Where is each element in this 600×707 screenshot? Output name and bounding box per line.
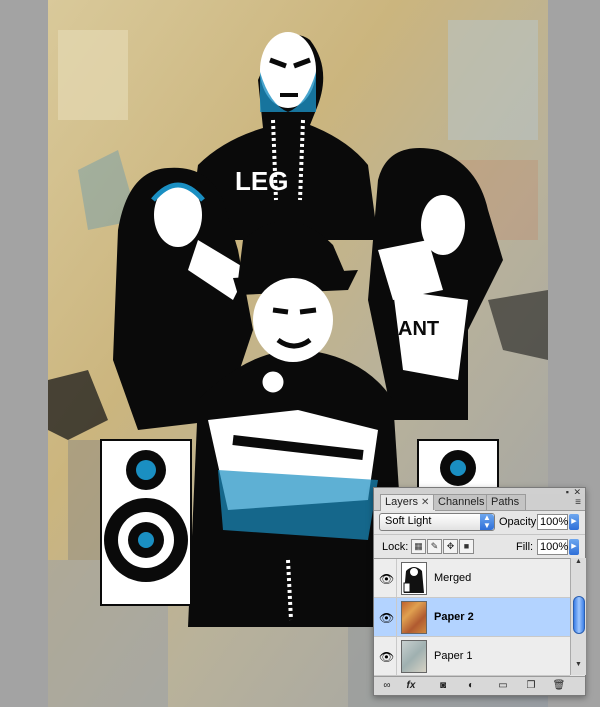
tab-channels-label: Channels — [438, 496, 485, 508]
layer-name: Paper 2 — [434, 611, 474, 623]
lock-transparent-pixels-icon[interactable]: ▦ — [411, 539, 426, 554]
adjustment-layer-icon[interactable]: ◐ — [462, 679, 480, 692]
layer-list-scrollbar[interactable]: ▲ ▼ — [570, 558, 586, 675]
opacity-input[interactable]: 100% — [537, 514, 568, 530]
layer-thumbnail — [401, 562, 427, 595]
eye-icon: 👁 — [379, 650, 395, 664]
opacity-label: Opacity: — [499, 516, 540, 528]
eye-icon: 👁 — [379, 611, 395, 625]
close-icon[interactable]: ✕ — [421, 497, 429, 508]
blend-mode-select[interactable]: Soft Light ▲ ▼ — [379, 513, 495, 531]
panel-footer: ∞ fx ◙ ◐ ▭ ❐ 🗑 — [374, 676, 585, 695]
lock-position-icon[interactable]: ✥ — [443, 539, 458, 554]
layer-style-fx-icon[interactable]: fx — [402, 679, 420, 692]
tab-layers[interactable]: Layers ✕ — [380, 494, 436, 511]
trash-icon[interactable]: 🗑 — [550, 679, 568, 692]
new-layer-icon[interactable]: ❐ — [522, 679, 540, 692]
scroll-thumb[interactable] — [573, 596, 585, 634]
scroll-up-icon[interactable]: ▲ — [571, 558, 586, 568]
fill-label: Fill: — [516, 541, 534, 553]
sleeve-text: ANT — [398, 318, 439, 340]
layer-name: Paper 1 — [434, 650, 473, 662]
scroll-down-icon[interactable]: ▼ — [571, 661, 586, 673]
tab-layers-label: Layers — [385, 496, 419, 508]
tab-paths-label: Paths — [491, 496, 520, 508]
blend-mode-value: Soft Light — [385, 515, 432, 527]
layer-name: Merged — [434, 572, 472, 584]
layer-row-paper-2[interactable]: 👁 Paper 2 — [374, 598, 570, 637]
visibility-toggle[interactable]: 👁 — [374, 559, 397, 597]
layer-thumbnail — [401, 601, 427, 634]
tab-paths[interactable]: Paths — [486, 494, 526, 510]
new-group-folder-icon[interactable]: ▭ — [494, 679, 512, 692]
lock-row: Lock: ▦ ✎ ✥ ■ Fill: 100% ▶ — [374, 534, 585, 557]
shirt-text: LEG — [235, 166, 288, 196]
layers-panel: ▪ ✕ Layers ✕ Channels Paths ≡ Soft Light … — [373, 487, 586, 696]
opacity-slider-arrow-icon[interactable]: ▶ — [569, 514, 579, 530]
layer-list: 👁 Merged 👁 Paper 2 👁 Paper 1 — [374, 558, 570, 676]
blend-row: Soft Light ▲ ▼ Opacity: 100% ▶ — [374, 511, 585, 533]
add-mask-icon[interactable]: ◙ — [434, 679, 452, 692]
layer-row-merged[interactable]: 👁 Merged — [374, 559, 570, 598]
lock-image-pixels-icon[interactable]: ✎ — [427, 539, 442, 554]
visibility-toggle[interactable]: 👁 — [374, 598, 397, 636]
panel-tabs: Layers ✕ Channels Paths — [374, 494, 585, 511]
tab-channels[interactable]: Channels — [433, 494, 489, 510]
layer-row-paper-1[interactable]: 👁 Paper 1 — [374, 637, 570, 676]
panel-menu-icon[interactable]: ≡ — [575, 497, 581, 508]
link-layers-icon[interactable]: ∞ — [378, 679, 396, 692]
fill-input[interactable]: 100% — [537, 539, 568, 555]
lock-all-icon[interactable]: ■ — [459, 539, 474, 554]
visibility-toggle[interactable]: 👁 — [374, 637, 397, 675]
lock-label: Lock: — [382, 541, 409, 553]
layer-thumbnail — [401, 640, 427, 673]
updown-arrows-icon: ▲ ▼ — [480, 514, 494, 530]
fill-slider-arrow-icon[interactable]: ▶ — [569, 539, 579, 555]
eye-icon: 👁 — [379, 572, 395, 586]
